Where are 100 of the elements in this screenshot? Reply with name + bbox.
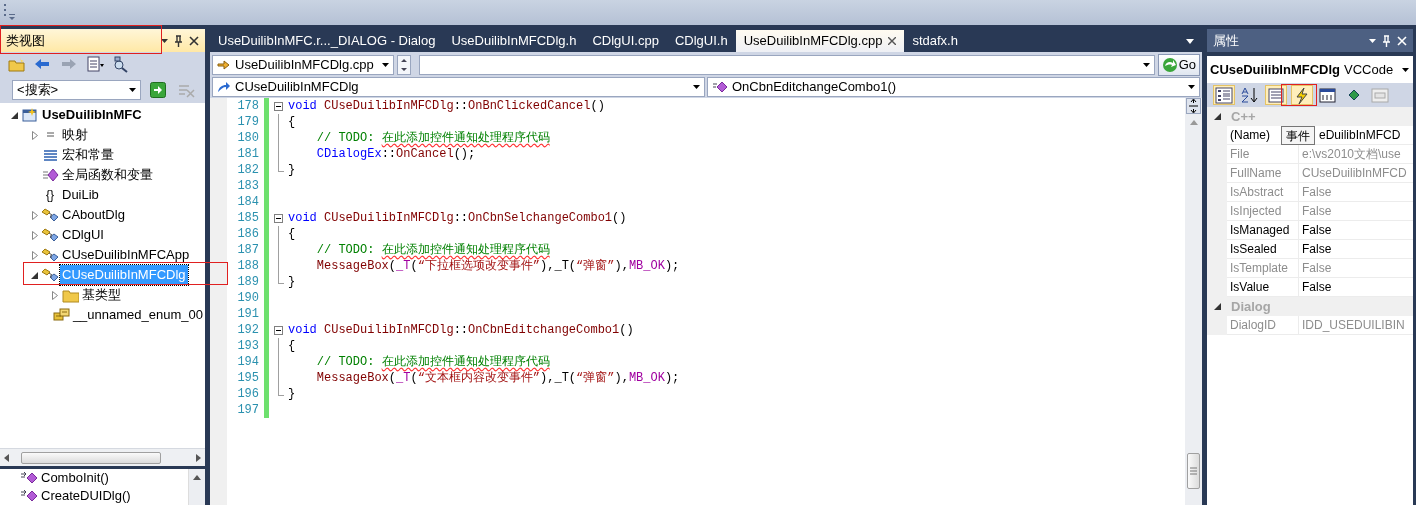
search-go-button[interactable] (147, 79, 169, 100)
line-number: 178 (236, 98, 260, 115)
class-icon (41, 207, 59, 223)
braces-icon: {} (46, 186, 54, 204)
tree-item[interactable]: 映射 (60, 125, 90, 145)
collapse-icon[interactable] (273, 101, 283, 111)
document-tab[interactable]: UseDuilibInMFCDlg.cpp (735, 30, 905, 52)
vertical-scrollbar[interactable] (1185, 98, 1202, 505)
dropdown-arrow-icon[interactable] (1188, 85, 1195, 89)
method-icon (20, 471, 38, 485)
property-name: IsSealed (1227, 240, 1299, 259)
scroll-right-icon (196, 453, 201, 462)
property-name: IsManaged (1227, 221, 1299, 240)
dropdown-arrow-icon[interactable] (1142, 62, 1150, 67)
document-tab[interactable]: UseDuilibInMFCDlg.h (443, 30, 585, 52)
class-icon (41, 267, 59, 283)
tree-item[interactable]: CDlgUI (60, 225, 106, 245)
dropdown-arrow-icon[interactable] (1402, 67, 1409, 72)
scrollbar-thumb[interactable] (1187, 453, 1200, 489)
expanded-arrow-icon[interactable] (1213, 303, 1221, 310)
file-combo[interactable]: UseDuilibInMFCDlg.cpp (212, 54, 394, 75)
categorized-icon (1215, 86, 1233, 104)
tree-item[interactable]: UseDuilibInMFC (40, 105, 144, 125)
document-tab[interactable]: CDlgUI.cpp (584, 30, 667, 52)
collapsed-arrow-icon[interactable] (31, 130, 38, 140)
dropdown-arrow-icon[interactable] (129, 87, 136, 92)
code-line: CDialogEx::OnCancel(); (315, 146, 476, 163)
toolbar-button[interactable] (1291, 85, 1313, 105)
code-line: void CUseDuilibInMFCDlg::OnCbnEditchangeCombo1() (287, 322, 634, 339)
dropdown-arrow-icon[interactable] (161, 38, 168, 43)
tab-list-dropdown-icon[interactable] (1186, 39, 1194, 44)
property-pages-icon (1371, 86, 1389, 104)
grip-icon (1190, 467, 1197, 475)
member-combo[interactable]: OnCbnEditchangeCombo1() (707, 77, 1200, 97)
collapsed-arrow-icon[interactable] (51, 290, 58, 300)
close-icon[interactable] (888, 37, 897, 45)
pin-icon[interactable] (174, 34, 183, 47)
horizontal-scrollbar[interactable] (0, 448, 205, 466)
list-settings-icon (86, 55, 104, 73)
toolbar-button[interactable] (1317, 85, 1339, 105)
document-tab[interactable]: UseDuilibInMFC.r..._DIALOG - Dialog (210, 30, 444, 52)
code-line: } (287, 162, 296, 179)
property-name: IsInjected (1227, 202, 1299, 221)
tooltip: 事件 (1281, 126, 1315, 145)
class-combo[interactable]: CUseDuilibInMFCDlg (212, 77, 705, 97)
tree-item[interactable]: 宏和常量 (60, 145, 116, 165)
property-name: FullName (1227, 164, 1299, 183)
line-number: 192 (236, 322, 260, 339)
document-tab[interactable]: stdafx.h (904, 30, 966, 52)
line-number: 197 (236, 402, 260, 419)
close-icon[interactable] (189, 35, 199, 46)
expanded-arrow-icon[interactable] (11, 111, 18, 119)
tree-item[interactable]: DuiLib (60, 185, 101, 205)
collapse-icon[interactable] (273, 325, 283, 335)
code-line: { (287, 338, 296, 355)
toolbar-button[interactable] (1265, 85, 1287, 105)
tree-item[interactable]: CAboutDlg (60, 205, 127, 225)
line-number: 180 (236, 130, 260, 147)
toolbar-button[interactable] (1213, 85, 1235, 105)
collapsed-arrow-icon[interactable] (31, 230, 38, 240)
tree-item[interactable]: CUseDuilibInMFCApp (60, 245, 192, 265)
code-line: void CUseDuilibInMFCDlg::OnBnClickedCancel() (287, 98, 605, 115)
property-name: DialogID (1227, 316, 1299, 335)
line-number: 193 (236, 338, 260, 355)
search-combo[interactable]: <搜索> (12, 79, 141, 100)
expanded-arrow-icon[interactable] (1213, 113, 1221, 120)
collapse-icon[interactable] (273, 213, 283, 223)
tree-item[interactable]: __unnamed_enum_00 (70, 305, 205, 325)
property-value[interactable]: False (1299, 240, 1413, 259)
member-item[interactable]: ComboInit() (41, 468, 109, 488)
toolbar-grip-icon (3, 2, 17, 22)
lines-icon (41, 147, 59, 163)
category-label: C++ (1230, 107, 1256, 126)
enum-icon (52, 307, 70, 323)
toolbar-button[interactable] (84, 54, 106, 74)
line-number: 188 (236, 258, 260, 275)
vertical-scrollbar[interactable] (188, 469, 205, 505)
collapsed-arrow-icon[interactable] (31, 250, 38, 260)
line-number: 189 (236, 274, 260, 291)
spin-buttons-icon[interactable] (397, 54, 411, 75)
expanded-arrow-icon[interactable] (31, 271, 38, 279)
project-icon (21, 107, 39, 123)
member-item[interactable]: CreateDUIDlg() (41, 486, 131, 505)
dropdown-arrow-icon[interactable] (693, 85, 700, 89)
line-number: 196 (236, 386, 260, 403)
go-button[interactable]: Go (1157, 53, 1200, 76)
dropdown-arrow-icon[interactable] (1369, 38, 1376, 43)
object-combo[interactable]: CUseDuilibInMFCDlg VCCode (1207, 56, 1413, 83)
scroll-up-icon (193, 475, 201, 480)
arrow-icon (217, 58, 231, 71)
line-number: 184 (236, 194, 260, 211)
scrollbar-thumb[interactable] (21, 451, 161, 464)
dropdown-arrow-icon[interactable] (382, 62, 389, 67)
scroll-left-icon (4, 453, 9, 462)
tree-item[interactable]: 全局函数和变量 (60, 165, 155, 185)
split-icon[interactable] (1186, 98, 1201, 114)
collapsed-arrow-icon[interactable] (31, 210, 38, 220)
document-tab[interactable]: CDlgUI.h (666, 30, 736, 52)
property-value[interactable]: False (1299, 221, 1413, 240)
tree-item[interactable]: 基类型 (80, 285, 123, 305)
